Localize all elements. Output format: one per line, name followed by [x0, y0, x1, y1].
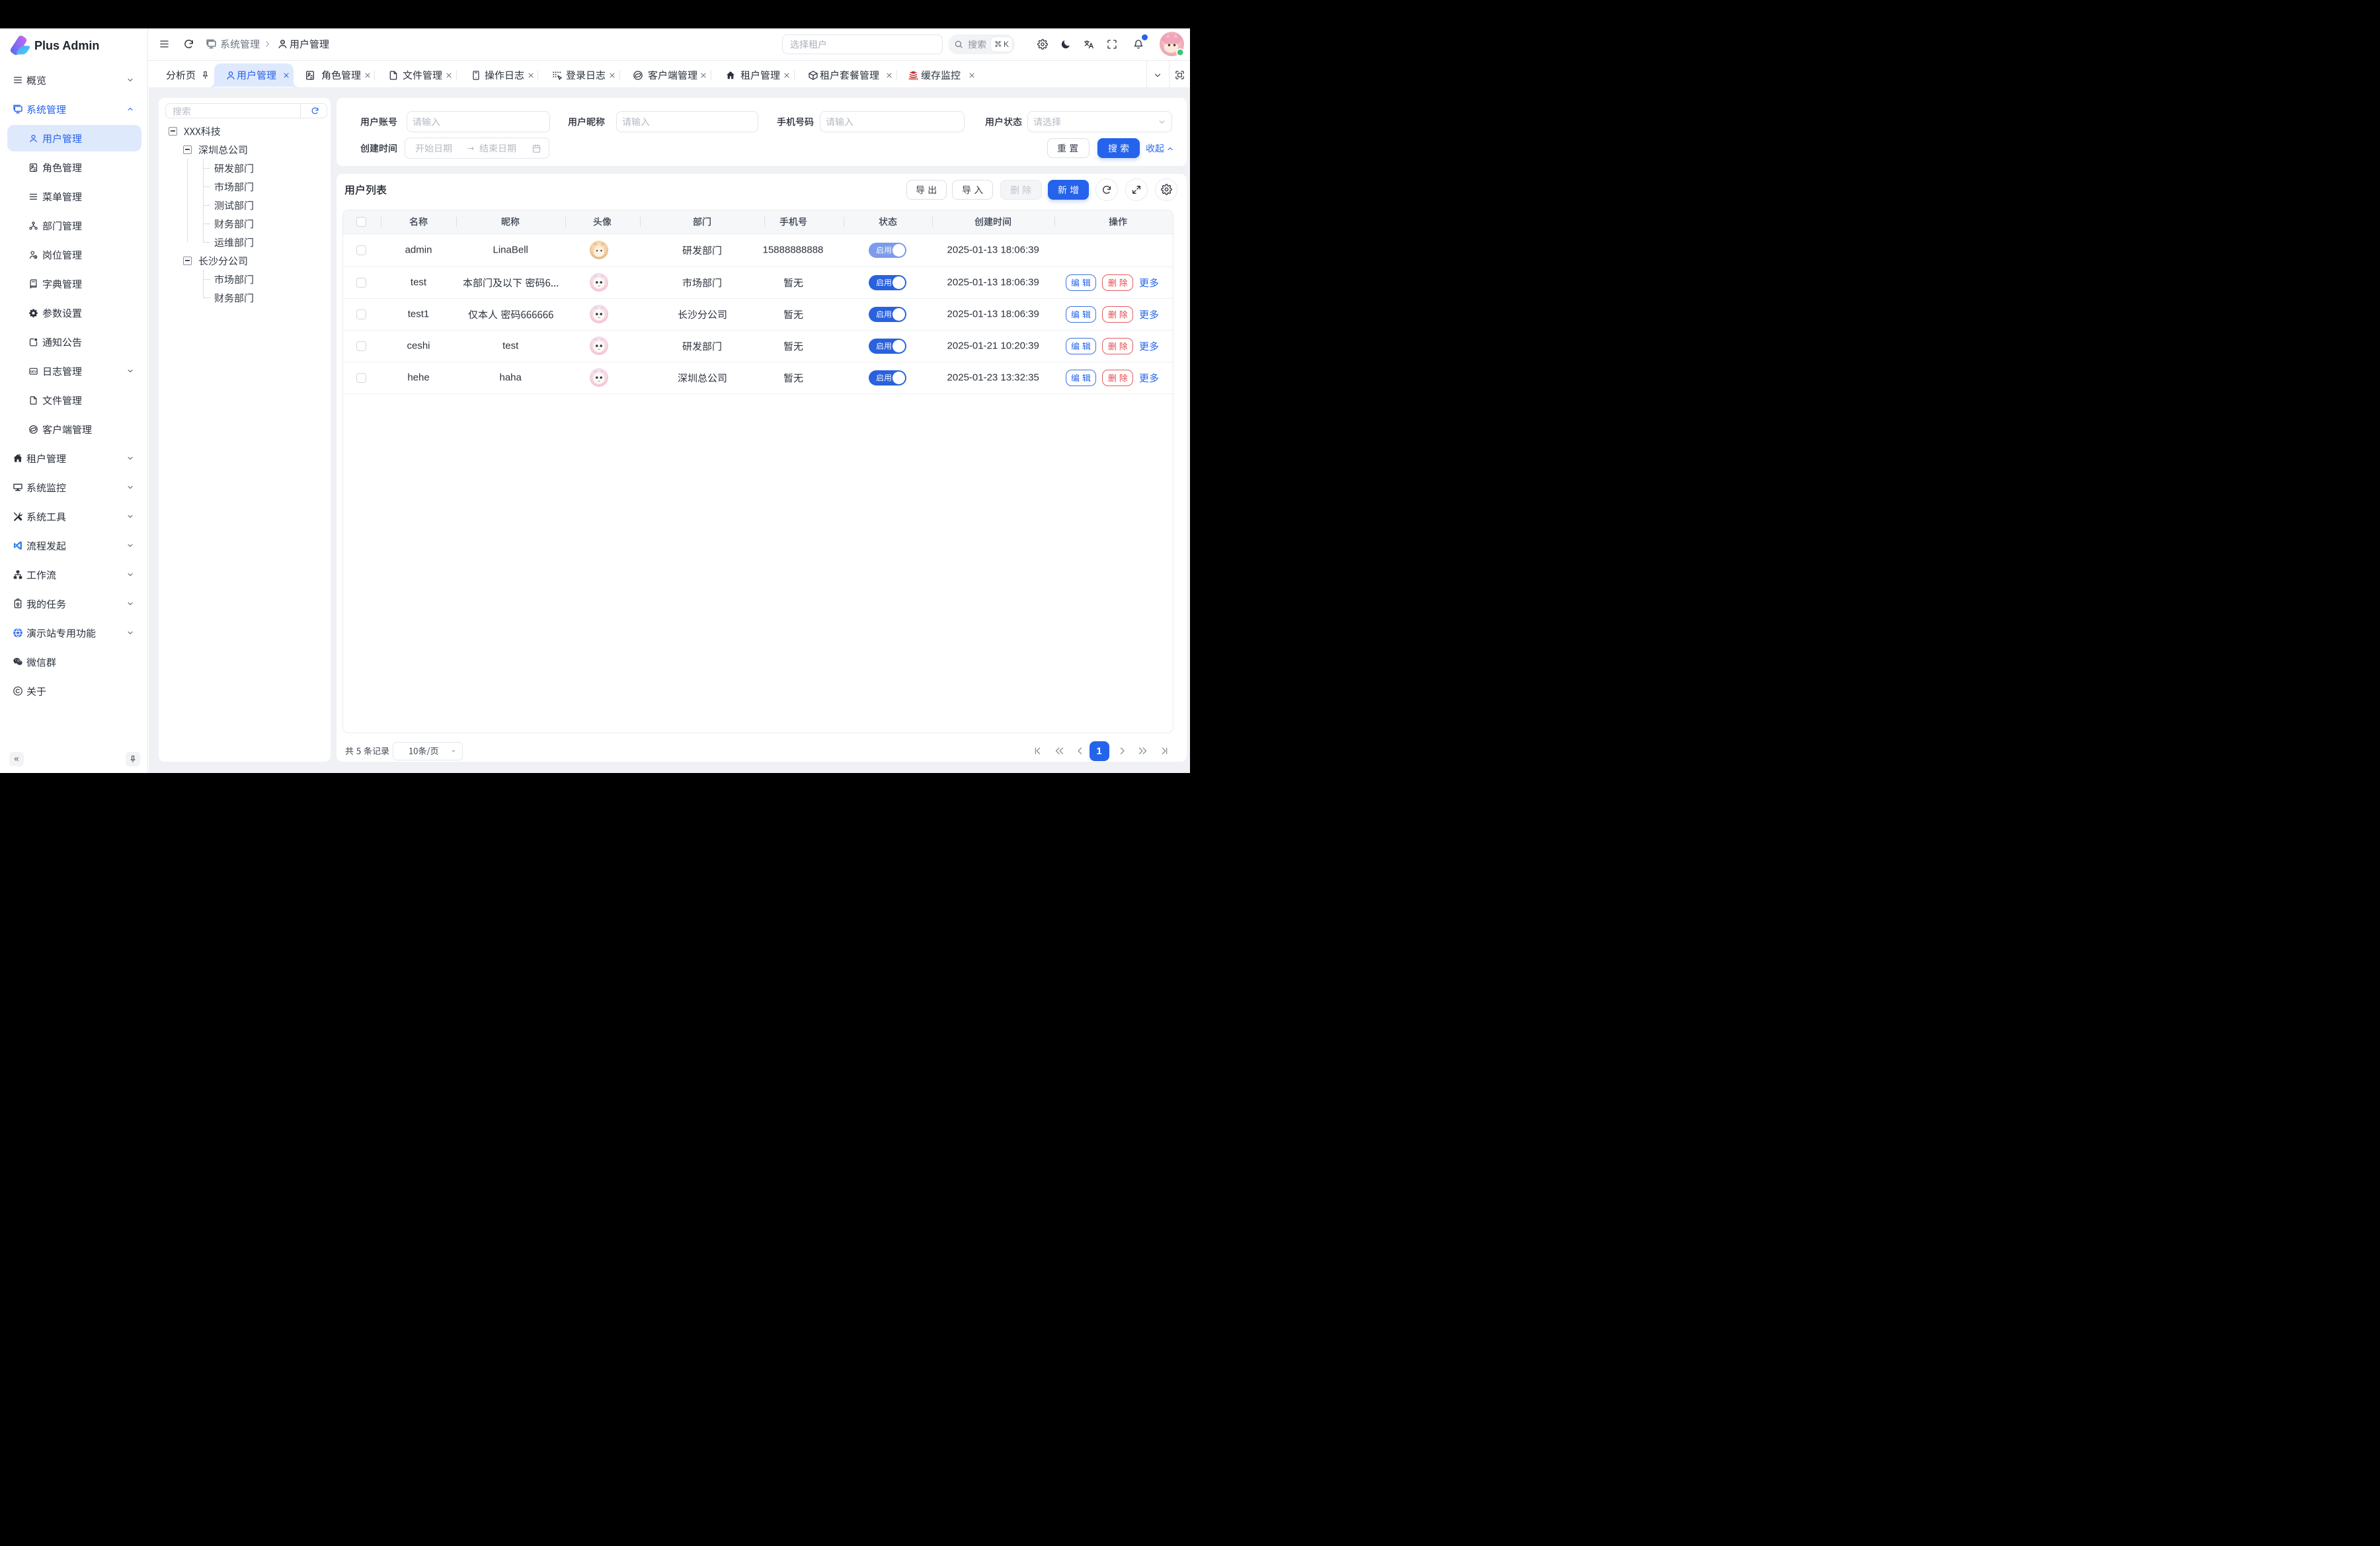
svg-text:DEV: DEV [30, 370, 36, 373]
